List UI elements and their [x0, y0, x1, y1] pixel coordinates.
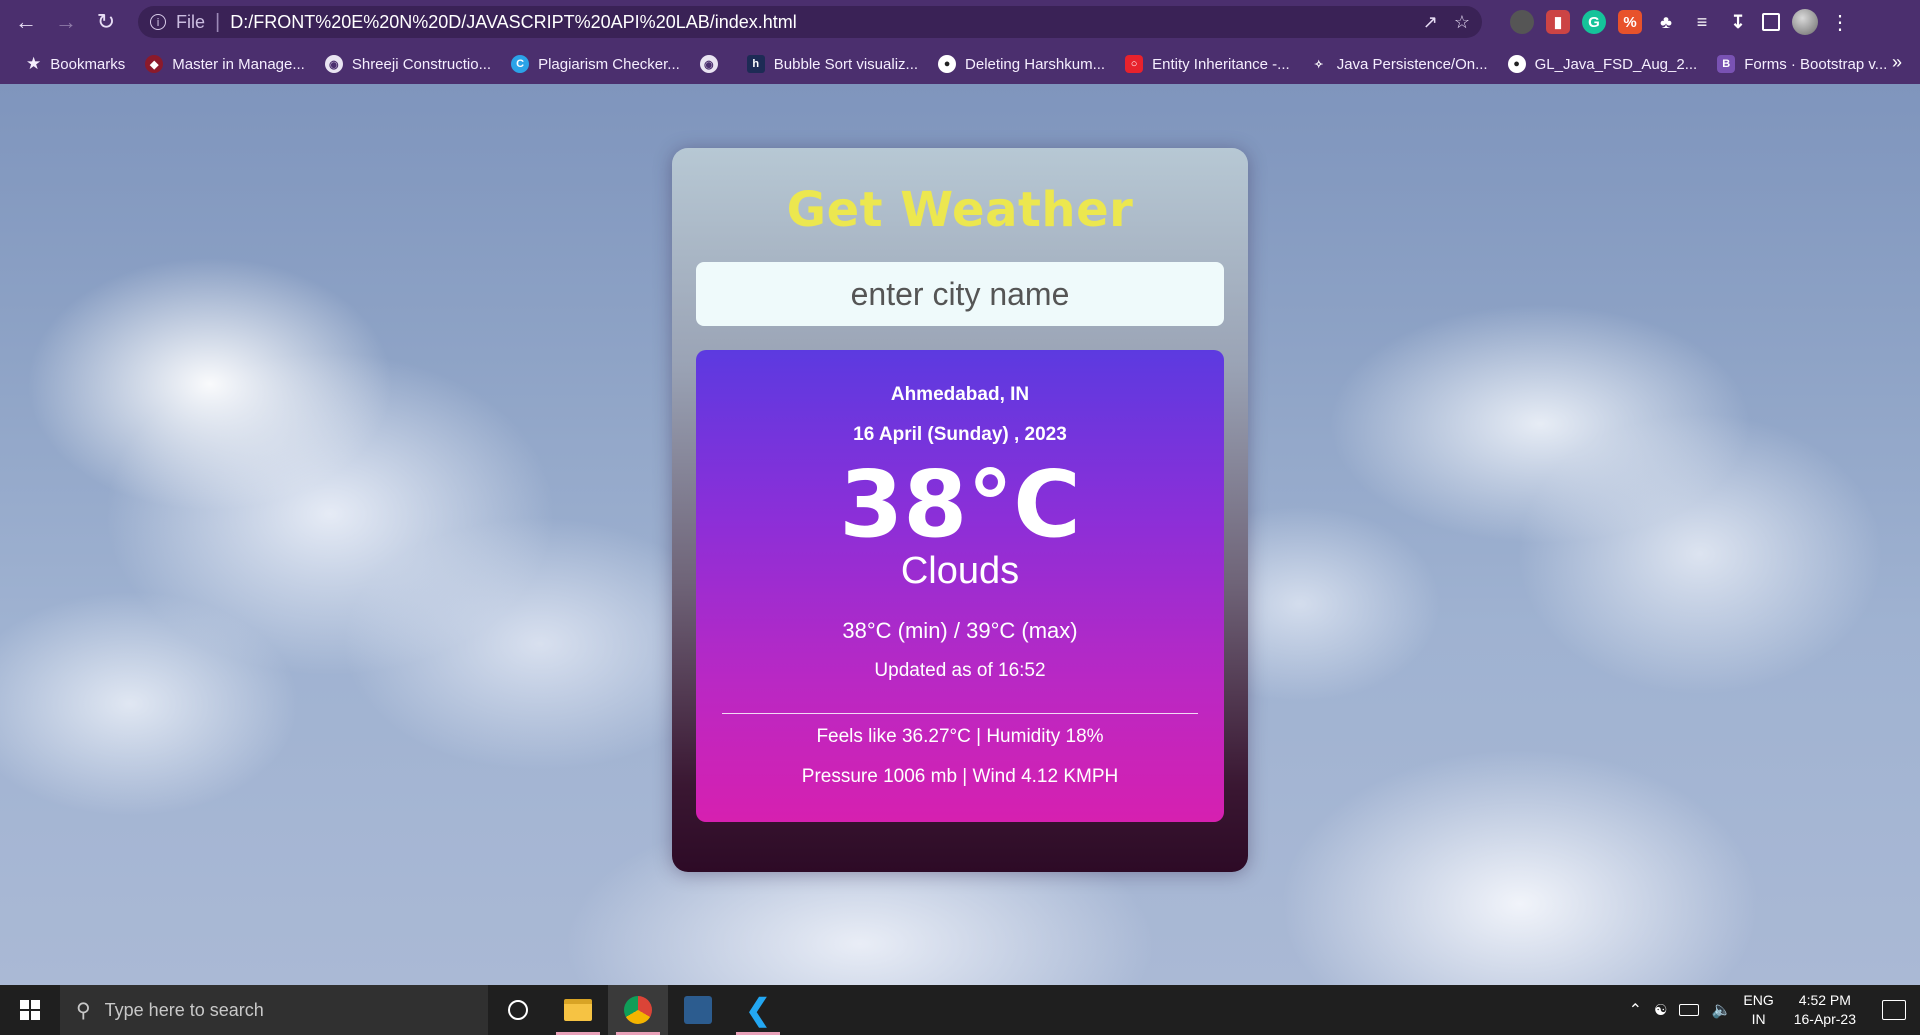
- date-label: 16 April (Sunday) , 2023: [853, 424, 1067, 445]
- battery-icon[interactable]: [1679, 1004, 1700, 1016]
- avatar[interactable]: [1792, 9, 1818, 35]
- reload-button[interactable]: ↻: [86, 0, 126, 44]
- puzzle-icon[interactable]: ♣: [1654, 10, 1678, 34]
- clock[interactable]: 4:52 PM 16-Apr-23: [1794, 991, 1856, 1029]
- bookmark-item[interactable]: ○ Entity Inheritance -...: [1115, 48, 1300, 80]
- notification-icon[interactable]: [1882, 1000, 1906, 1020]
- app-icon: [684, 996, 712, 1024]
- taskbar-search-placeholder: Type here to search: [104, 999, 264, 1020]
- updated-time: Updated as of 16:52: [874, 660, 1046, 681]
- vscode-button[interactable]: ❮: [728, 985, 788, 1035]
- bookmark-item[interactable]: ● Deleting Harshkum...: [928, 48, 1115, 80]
- url-scheme: File: [176, 11, 206, 32]
- page-title: Get Weather: [786, 182, 1134, 238]
- chevron-up-icon[interactable]: ⌃: [1629, 1000, 1642, 1020]
- star-icon: ★: [26, 54, 42, 73]
- site-icon: h: [746, 55, 765, 73]
- share-icon[interactable]: ↗: [1423, 12, 1438, 33]
- bookmark-item[interactable]: ◆ Master in Manage...: [135, 48, 315, 80]
- bookmark-item[interactable]: ● GL_Java_FSD_Aug_2...: [1498, 48, 1708, 80]
- download-icon[interactable]: ↧: [1726, 10, 1750, 34]
- forward-button[interactable]: →: [46, 0, 86, 44]
- bookmarks-bar: ★ Bookmarks ◆ Master in Manage... ◉ Shre…: [0, 44, 1920, 84]
- pressure-wind: Pressure 1006 mb | Wind 4.12 KMPH: [801, 766, 1119, 787]
- bootstrap-icon: B: [1717, 55, 1736, 73]
- github-icon: ●: [1507, 55, 1526, 73]
- app-button[interactable]: [668, 985, 728, 1035]
- search-icon: ⚲: [76, 999, 91, 1022]
- bookmark-item[interactable]: ★ Bookmarks: [16, 48, 135, 80]
- url-separator: |: [215, 10, 221, 33]
- back-button[interactable]: ←: [6, 0, 46, 44]
- vscode-icon: ❮: [745, 993, 771, 1027]
- github-icon: ●: [938, 55, 957, 73]
- weather-info-panel: Ahmedabad, IN 16 April (Sunday) , 2023 3…: [696, 350, 1224, 822]
- browser-toolbar: ← → ↻ i File | D:/FRONT%20E%20N%20D/JAVA…: [0, 0, 1920, 44]
- feels-like-humidity: Feels like 36.27°C | Humidity 18%: [816, 726, 1104, 747]
- extensions-bar: ▮ G % ♣ ≡ ↧ ⋮: [1510, 0, 1850, 44]
- system-tray: ⌃ ☯ 🔈 ENG IN 4:52 PM 16-Apr-23: [1629, 985, 1920, 1035]
- bookmark-item[interactable]: C Plagiarism Checker...: [501, 48, 690, 80]
- star-icon[interactable]: ☆: [1454, 12, 1470, 33]
- page-viewport: Get Weather Ahmedabad, IN 16 April (Sund…: [0, 84, 1920, 985]
- language-indicator[interactable]: ENG IN: [1743, 991, 1773, 1029]
- omnibox-actions: ↗ ☆: [1423, 12, 1470, 33]
- chrome-icon: [624, 996, 652, 1024]
- cortana-icon: [508, 1000, 528, 1020]
- task-view-button[interactable]: [488, 985, 548, 1035]
- location-label: Ahmedabad, IN: [890, 384, 1030, 405]
- divider: [722, 713, 1198, 714]
- info-icon[interactable]: i: [150, 14, 166, 30]
- temperature-value: 38°C: [839, 451, 1081, 558]
- bookmark-item[interactable]: B Forms · Bootstrap v...: [1707, 48, 1897, 80]
- arrow-left-icon: ←: [15, 9, 37, 34]
- bookmark-item[interactable]: ◉ Shreeji Constructio...: [315, 48, 501, 80]
- address-bar[interactable]: i File | D:/FRONT%20E%20N%20D/JAVASCRIPT…: [138, 6, 1482, 38]
- side-panel-icon[interactable]: [1762, 13, 1780, 31]
- extension-icon[interactable]: [1510, 10, 1534, 34]
- city-search-input[interactable]: [696, 262, 1224, 326]
- bookmark-item[interactable]: ✧ Java Persistence/On...: [1300, 48, 1498, 80]
- start-button[interactable]: [0, 985, 60, 1035]
- chrome-button[interactable]: [608, 985, 668, 1035]
- weather-card: Get Weather Ahmedabad, IN 16 April (Sund…: [672, 148, 1248, 872]
- extension-icon[interactable]: %: [1618, 10, 1642, 34]
- globe-icon: ◉: [324, 55, 343, 73]
- grammarly-icon[interactable]: G: [1582, 10, 1606, 34]
- reload-icon: ↻: [96, 9, 116, 34]
- windows-icon: [20, 1000, 40, 1020]
- site-icon: ◆: [145, 55, 164, 73]
- wifi-icon[interactable]: ☯: [1654, 1001, 1667, 1019]
- file-explorer-button[interactable]: [548, 985, 608, 1035]
- bookmark-item[interactable]: ◉: [690, 48, 737, 80]
- globe-icon: ◉: [699, 55, 718, 73]
- weather-condition: Clouds: [900, 550, 1020, 592]
- site-icon: C: [511, 55, 530, 73]
- volume-icon[interactable]: 🔈: [1711, 1000, 1731, 1020]
- folder-icon: [564, 999, 592, 1021]
- oracle-icon: ○: [1125, 55, 1144, 73]
- extension-icon[interactable]: ▮: [1546, 10, 1570, 34]
- bookmark-item[interactable]: h Bubble Sort visualiz...: [737, 48, 928, 80]
- more-bookmarks-button[interactable]: »: [1892, 52, 1902, 73]
- site-icon: ✧: [1314, 58, 1324, 71]
- taskbar-search[interactable]: ⚲ Type here to search: [60, 985, 488, 1035]
- taskbar: ⚲ Type here to search ❮ ⌃ ☯ 🔈 ENG IN 4:5…: [0, 985, 1920, 1035]
- menu-icon[interactable]: ⋮: [1830, 10, 1850, 35]
- url-text[interactable]: D:/FRONT%20E%20N%20D/JAVASCRIPT%20API%20…: [230, 12, 797, 33]
- arrow-right-icon: →: [55, 9, 77, 34]
- media-icon[interactable]: ≡: [1690, 10, 1714, 34]
- min-max-temperature: 38°C (min) / 39°C (max): [842, 618, 1078, 643]
